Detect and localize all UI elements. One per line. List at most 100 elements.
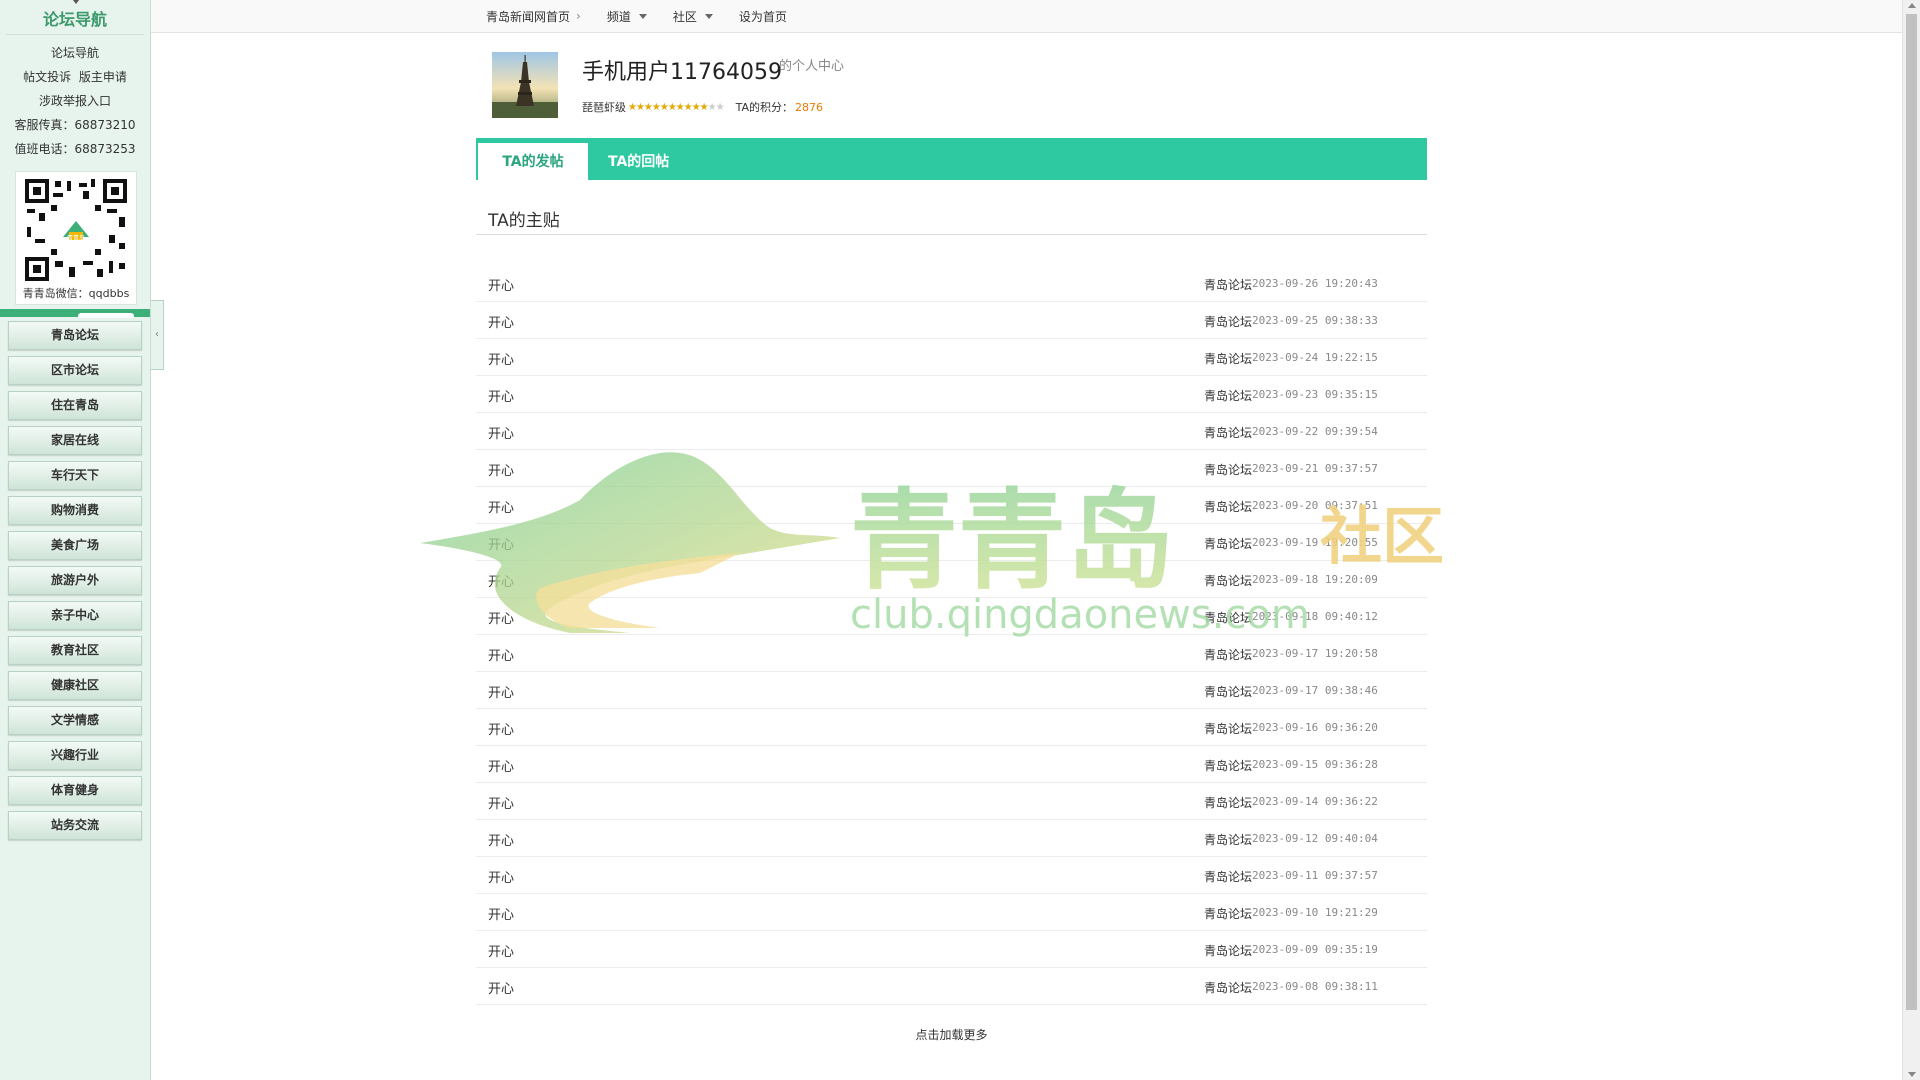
post-source[interactable]: 青岛论坛 <box>1204 572 1252 589</box>
post-row[interactable]: 开心 青岛论坛 2023-09-12 09:40:04 <box>476 820 1427 857</box>
sidebar-link-forum-nav[interactable]: 论坛导航 <box>0 44 150 61</box>
post-source[interactable]: 青岛论坛 <box>1204 535 1252 552</box>
sidebar-link-report[interactable]: 涉政举报入口 <box>0 92 150 109</box>
post-source[interactable]: 青岛论坛 <box>1204 276 1252 293</box>
vertical-scrollbar[interactable] <box>1902 0 1920 1080</box>
sidebar-nav-item[interactable]: 青岛论坛 <box>8 321 142 350</box>
post-row[interactable]: 开心 青岛论坛 2023-09-09 09:35:19 <box>476 931 1427 968</box>
post-source[interactable]: 青岛论坛 <box>1204 461 1252 478</box>
post-title[interactable]: 开心 <box>488 460 514 479</box>
post-source[interactable]: 青岛论坛 <box>1204 757 1252 774</box>
post-row[interactable]: 开心 青岛论坛 2023-09-11 09:37:57 <box>476 857 1427 894</box>
post-title[interactable]: 开心 <box>488 349 514 368</box>
tab-my-replies[interactable]: TA的回帖 <box>608 143 669 180</box>
post-title[interactable]: 开心 <box>488 608 514 627</box>
post-title[interactable]: 开心 <box>488 534 514 553</box>
tab-my-posts[interactable]: TA的发帖 <box>478 143 588 180</box>
sidebar-nav-item[interactable]: 亲子中心 <box>8 601 142 630</box>
post-source[interactable]: 青岛论坛 <box>1204 350 1252 367</box>
sidebar-nav-item[interactable]: 旅游户外 <box>8 566 142 595</box>
contact-phone: 值班电话：68873253 <box>14 142 136 156</box>
post-title[interactable]: 开心 <box>488 830 514 849</box>
sidebar-nav-item[interactable]: 区市论坛 <box>8 356 142 385</box>
post-source[interactable]: 青岛论坛 <box>1204 831 1252 848</box>
post-row[interactable]: 开心 青岛论坛 2023-09-16 09:36:20 <box>476 709 1427 746</box>
post-row[interactable]: 开心 青岛论坛 2023-09-15 09:36:28 <box>476 746 1427 783</box>
post-source[interactable]: 青岛论坛 <box>1204 387 1252 404</box>
sidebar-nav-item[interactable]: 体育健身 <box>8 776 142 805</box>
post-title[interactable]: 开心 <box>488 497 514 516</box>
post-title[interactable]: 开心 <box>488 904 514 923</box>
nav-home-link[interactable]: 青岛新闻网首页 › <box>486 8 581 25</box>
top-nav: 青岛新闻网首页 › 频道 社区 设为首页 <box>486 0 813 32</box>
post-source[interactable]: 青岛论坛 <box>1204 905 1252 922</box>
post-title[interactable]: 开心 <box>488 719 514 738</box>
score-label: TA的积分： <box>735 101 793 114</box>
post-row[interactable]: 开心 青岛论坛 2023-09-18 19:20:09 <box>476 561 1427 598</box>
post-row[interactable]: 开心 青岛论坛 2023-09-10 19:21:29 <box>476 894 1427 931</box>
post-title[interactable]: 开心 <box>488 645 514 664</box>
sidebar-link-moderator-apply[interactable]: 版主申请 <box>79 70 127 84</box>
post-title[interactable]: 开心 <box>488 793 514 812</box>
post-source[interactable]: 青岛论坛 <box>1204 313 1252 330</box>
load-more-button[interactable]: 点击加载更多 <box>476 1026 1427 1043</box>
post-row[interactable]: 开心 青岛论坛 2023-09-17 09:38:46 <box>476 672 1427 709</box>
post-source[interactable]: 青岛论坛 <box>1204 868 1252 885</box>
post-source[interactable]: 青岛论坛 <box>1204 942 1252 959</box>
post-title[interactable]: 开心 <box>488 941 514 960</box>
qr-badge-text: 青青岛 <box>67 234 85 242</box>
post-source[interactable]: 青岛论坛 <box>1204 498 1252 515</box>
sidebar-nav-item[interactable]: 健康社区 <box>8 671 142 700</box>
sidebar-nav-item[interactable]: 站务交流 <box>8 811 142 840</box>
post-row[interactable]: 开心 青岛论坛 2023-09-26 19:20:43 <box>476 265 1427 302</box>
post-title[interactable]: 开心 <box>488 423 514 442</box>
post-row[interactable]: 开心 青岛论坛 2023-09-23 09:35:15 <box>476 376 1427 413</box>
post-row[interactable]: 开心 青岛论坛 2023-09-21 09:37:57 <box>476 450 1427 487</box>
post-source[interactable]: 青岛论坛 <box>1204 720 1252 737</box>
post-source[interactable]: 青岛论坛 <box>1204 609 1252 626</box>
post-row[interactable]: 开心 青岛论坛 2023-09-25 09:38:33 <box>476 302 1427 339</box>
scroll-down-arrow-icon[interactable] <box>1908 1072 1916 1077</box>
sidebar-nav-item[interactable]: 购物消费 <box>8 496 142 525</box>
post-row[interactable]: 开心 青岛论坛 2023-09-19 19:20:55 <box>476 524 1427 561</box>
scroll-up-arrow-icon[interactable] <box>1908 3 1916 8</box>
post-row[interactable]: 开心 青岛论坛 2023-09-17 19:20:58 <box>476 635 1427 672</box>
sidebar-nav-item[interactable]: 住在青岛 <box>8 391 142 420</box>
sidebar-nav-item[interactable]: 兴趣行业 <box>8 741 142 770</box>
sidebar-collapse-button[interactable]: ‹ <box>151 300 164 370</box>
post-row[interactable]: 开心 青岛论坛 2023-09-18 09:40:12 <box>476 598 1427 635</box>
sidebar-link-complaint[interactable]: 帖文投诉 <box>23 70 71 84</box>
post-source[interactable]: 青岛论坛 <box>1204 646 1252 663</box>
post-row[interactable]: 开心 青岛论坛 2023-09-22 09:39:54 <box>476 413 1427 450</box>
post-source[interactable]: 青岛论坛 <box>1204 424 1252 441</box>
sidebar-nav-item[interactable]: 家居在线 <box>8 426 142 455</box>
post-date: 2023-09-18 09:40:12 <box>1252 610 1378 623</box>
username: 手机用户11764059 <box>582 60 782 85</box>
post-source[interactable]: 青岛论坛 <box>1204 794 1252 811</box>
post-title[interactable]: 开心 <box>488 571 514 590</box>
post-source[interactable]: 青岛论坛 <box>1204 979 1252 996</box>
post-title[interactable]: 开心 <box>488 978 514 997</box>
nav-channel-dropdown[interactable]: 频道 <box>607 8 647 25</box>
nav-community-dropdown[interactable]: 社区 <box>673 8 713 25</box>
post-title[interactable]: 开心 <box>488 867 514 886</box>
post-row[interactable]: 开心 青岛论坛 2023-09-20 09:37:51 <box>476 487 1427 524</box>
nav-set-homepage-link[interactable]: 设为首页 <box>739 8 787 25</box>
avatar[interactable] <box>492 52 558 118</box>
post-title[interactable]: 开心 <box>488 386 514 405</box>
post-row[interactable]: 开心 青岛论坛 2023-09-14 09:36:22 <box>476 783 1427 820</box>
sidebar-nav-item[interactable]: 教育社区 <box>8 636 142 665</box>
post-title[interactable]: 开心 <box>488 756 514 775</box>
post-title[interactable]: 开心 <box>488 275 514 294</box>
post-row[interactable]: 开心 青岛论坛 2023-09-08 09:38:11 <box>476 968 1427 1005</box>
post-title[interactable]: 开心 <box>488 312 514 331</box>
post-date: 2023-09-17 19:20:58 <box>1252 647 1378 660</box>
post-row[interactable]: 开心 青岛论坛 2023-09-24 19:22:15 <box>476 339 1427 376</box>
sidebar-nav-item[interactable]: 文学情感 <box>8 706 142 735</box>
sidebar-nav-item[interactable]: 车行天下 <box>8 461 142 490</box>
top-bar: 青岛新闻网首页 › 频道 社区 设为首页 <box>151 0 1920 33</box>
post-title[interactable]: 开心 <box>488 682 514 701</box>
post-source[interactable]: 青岛论坛 <box>1204 683 1252 700</box>
sidebar-nav-item[interactable]: 美食广场 <box>8 531 142 560</box>
scrollbar-thumb[interactable] <box>1906 14 1917 1010</box>
